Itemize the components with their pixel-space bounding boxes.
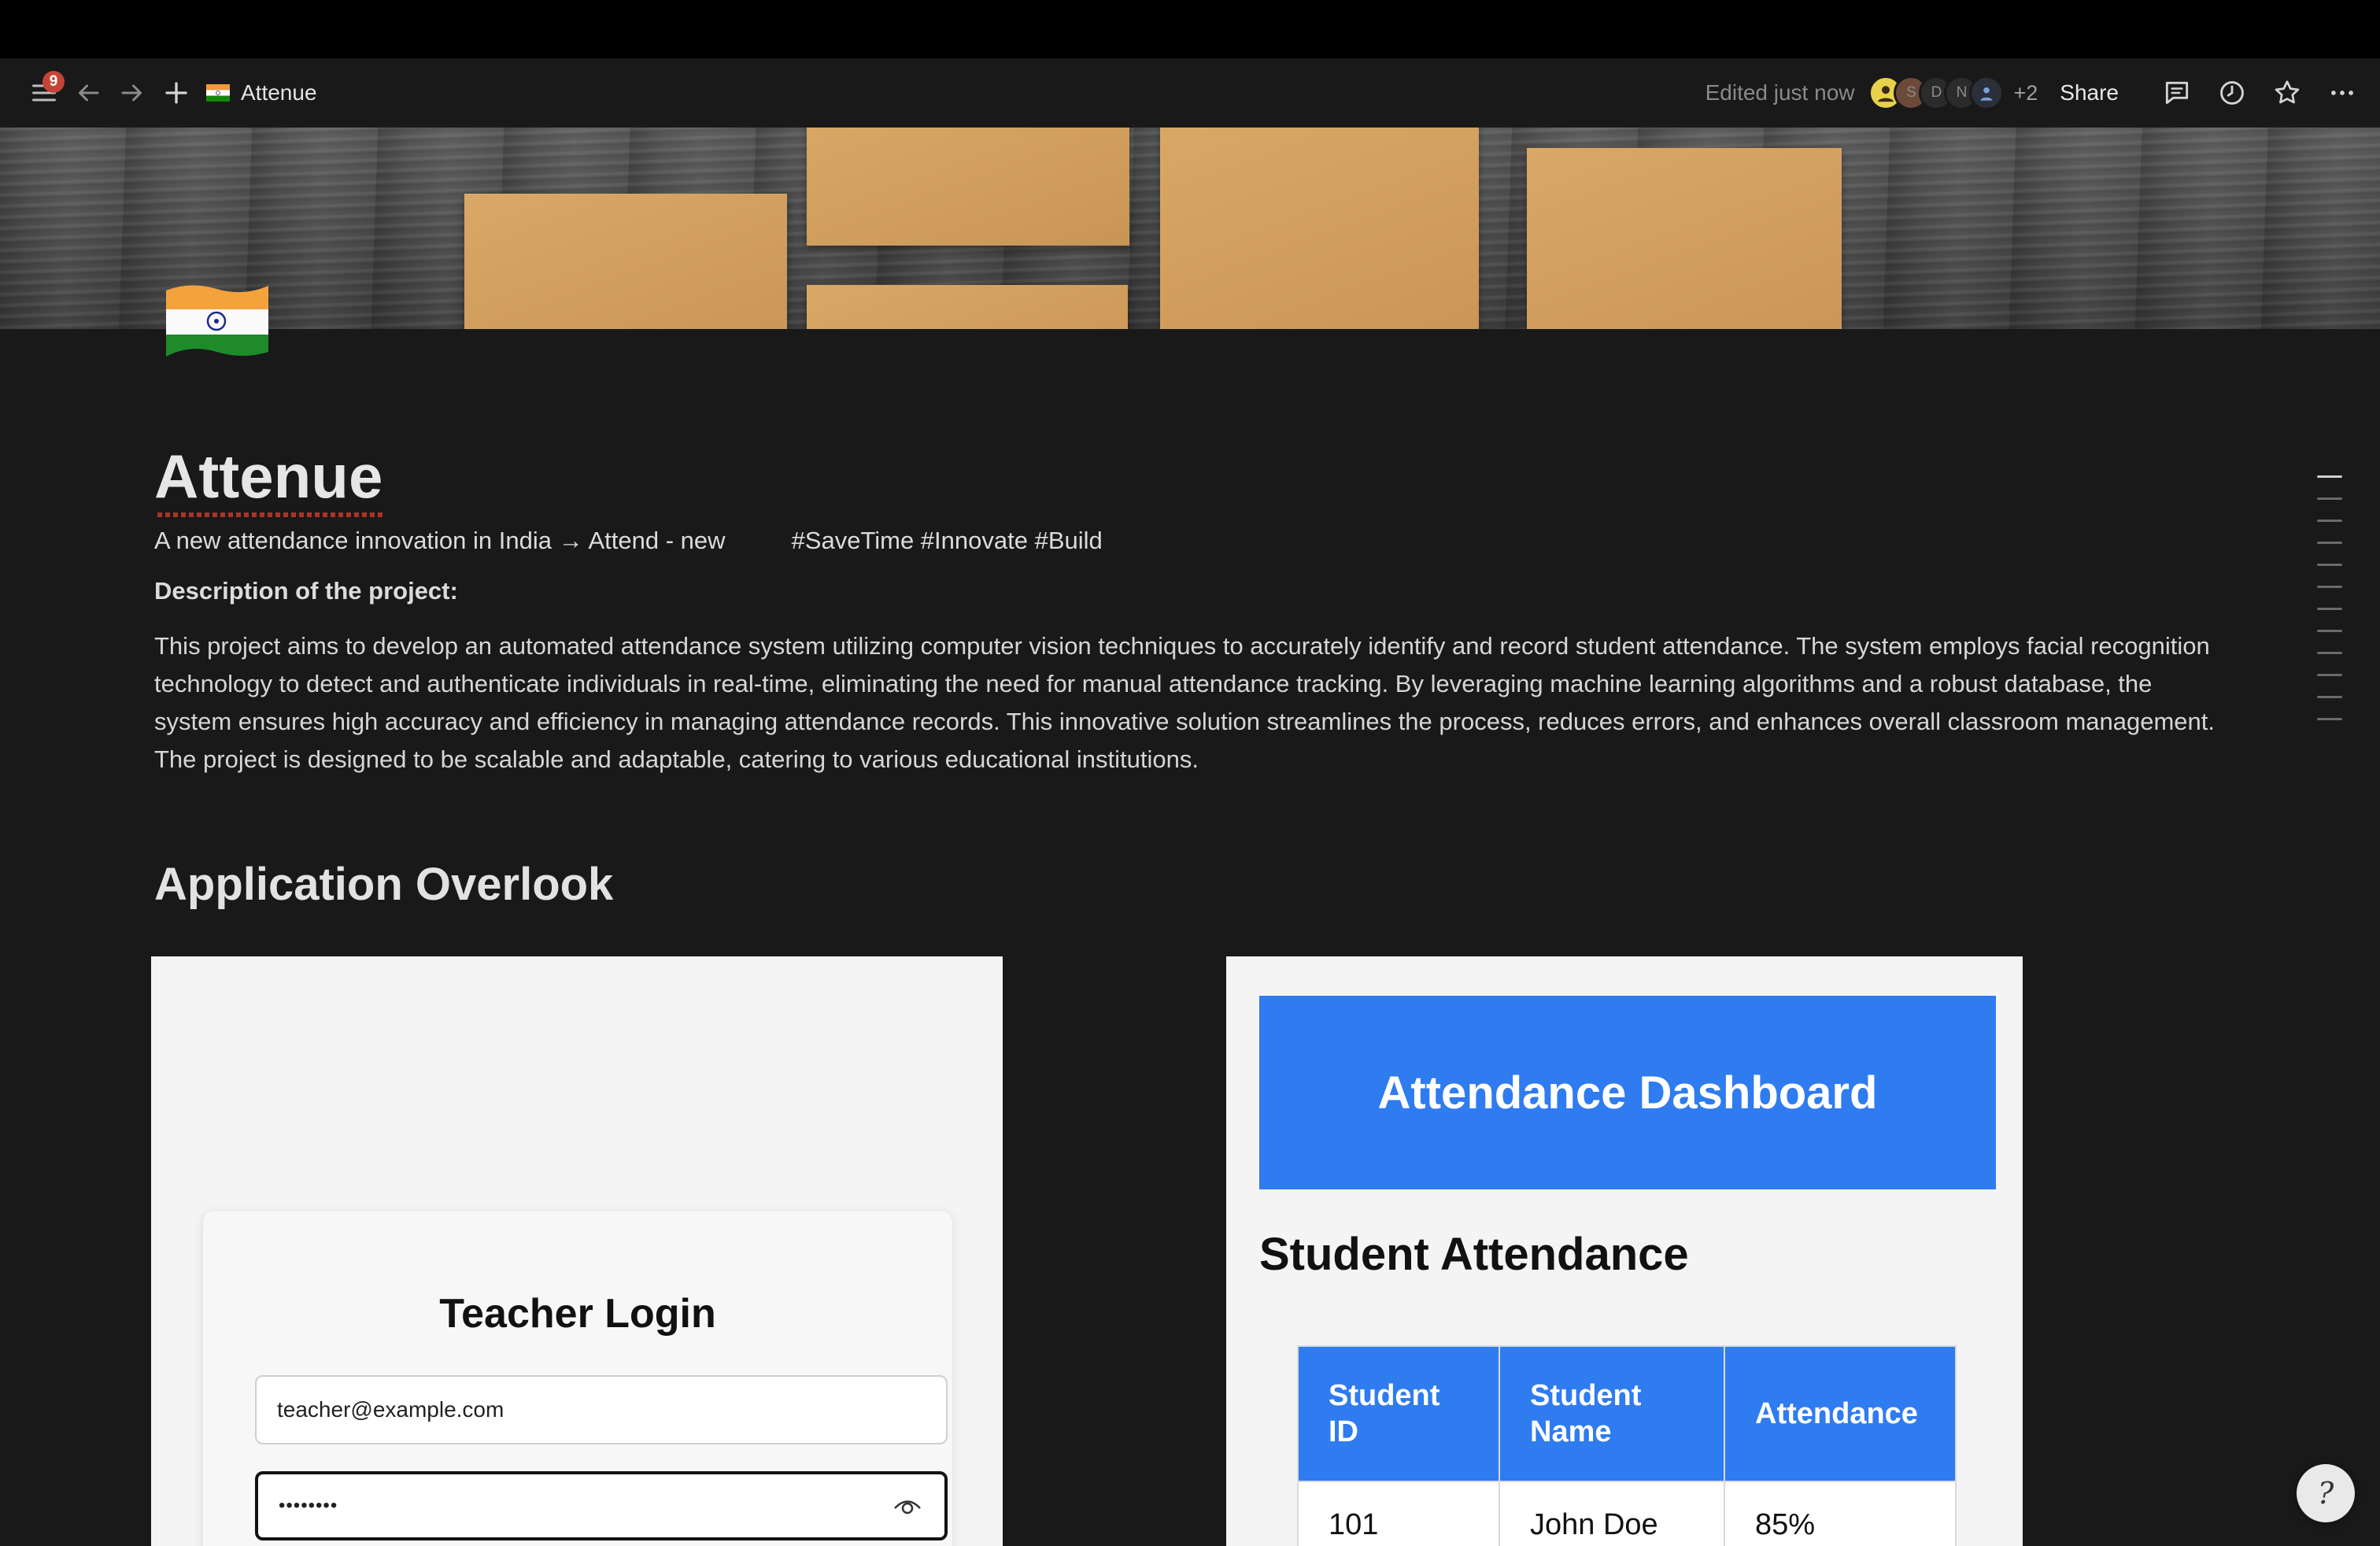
toolbar-right: Edited just now S D N +2 Share — [1706, 58, 2363, 128]
sticky-note — [1527, 148, 1842, 329]
toc-item[interactable] — [2317, 520, 2342, 522]
user-avatar-icon — [1980, 87, 1994, 101]
toc-item[interactable] — [2317, 652, 2342, 654]
back-button[interactable] — [66, 71, 110, 115]
sidebar-toggle-button[interactable]: 9 — [22, 71, 66, 115]
arrow-right-icon — [121, 84, 142, 102]
help-button[interactable]: ? — [2297, 1464, 2355, 1522]
toc-item[interactable] — [2317, 564, 2342, 566]
favorite-button[interactable] — [2267, 72, 2308, 113]
top-toolbar: 9 Attenue Edited just now S D N +2 Share — [0, 58, 2380, 128]
india-flag-page-icon[interactable] — [161, 279, 273, 364]
more-collaborators-count[interactable]: +2 — [2013, 81, 2038, 105]
column-header: Student Name — [1499, 1345, 1725, 1482]
sticky-note — [1160, 128, 1479, 329]
eye-icon — [894, 1500, 921, 1515]
edited-status: Edited just now — [1705, 80, 1855, 105]
new-page-button[interactable] — [154, 71, 198, 115]
toc-item[interactable] — [2317, 718, 2342, 720]
breadcrumb[interactable]: Attenue — [206, 80, 317, 105]
toolbar-left: 9 Attenue — [22, 58, 317, 128]
system-menubar — [0, 0, 2380, 58]
column-header: Student ID — [1297, 1345, 1500, 1482]
toc-item[interactable] — [2317, 542, 2342, 544]
sticky-note — [807, 128, 1129, 246]
forward-button[interactable] — [110, 71, 154, 115]
clock-icon — [2220, 81, 2244, 105]
notification-badge: 9 — [42, 71, 65, 93]
comment-icon — [2165, 81, 2189, 105]
spellcheck-underline — [157, 512, 383, 517]
login-title: Teacher Login — [439, 1291, 716, 1337]
toc-item[interactable] — [2317, 497, 2342, 500]
attendance-table: Student ID Student Name Attendance 101 J… — [1297, 1345, 1957, 1546]
page-content: Attenue A new attendance innovation in I… — [154, 441, 2232, 779]
table-row: 101 John Doe 85% — [1297, 1481, 1957, 1546]
toc-item[interactable] — [2317, 674, 2342, 676]
description-heading[interactable]: Description of the project: — [154, 577, 2232, 605]
page-cover-image[interactable] — [0, 128, 2380, 329]
table-cell: 101 — [1297, 1481, 1500, 1546]
comments-button[interactable] — [2156, 72, 2197, 113]
star-icon — [2275, 80, 2300, 104]
password-field: •••••••• — [255, 1471, 948, 1540]
email-field: teacher@example.com — [255, 1375, 948, 1444]
share-button[interactable]: Share — [2060, 80, 2119, 105]
toc-item[interactable] — [2317, 586, 2342, 588]
table-cell: 85% — [1724, 1481, 1957, 1546]
column-header: Attendance — [1724, 1345, 1957, 1482]
page-subtitle[interactable]: A new attendance innovation in India → A… — [154, 527, 2232, 555]
description-paragraph[interactable]: This project aims to develop an automate… — [154, 627, 2232, 779]
toc-item[interactable] — [2317, 696, 2342, 698]
ellipsis-icon — [2331, 91, 2353, 95]
subtitle-tags: #SaveTime #Innovate #Build — [791, 527, 1103, 554]
toc-item[interactable] — [2317, 475, 2342, 478]
collaborator-avatars[interactable]: S D N — [1868, 76, 2005, 110]
india-flag-icon — [206, 84, 230, 102]
toc-item[interactable] — [2317, 608, 2342, 610]
help-icon: ? — [2317, 1476, 2334, 1511]
sticky-note — [464, 194, 787, 329]
sticky-note — [807, 285, 1128, 329]
login-screenshot-image[interactable]: Teacher Login teacher@example.com ••••••… — [151, 956, 1003, 1546]
toc-item[interactable] — [2317, 630, 2342, 632]
dashboard-screenshot-image[interactable]: Attendance Dashboard Student Attendance … — [1226, 956, 2023, 1546]
dashboard-banner: Attendance Dashboard — [1259, 996, 1996, 1189]
subtitle-text: A new attendance innovation in India → A… — [154, 527, 726, 554]
dashboard-heading: Student Attendance — [1259, 1229, 1689, 1280]
arrow-left-icon — [79, 84, 99, 102]
breadcrumb-page-title: Attenue — [241, 80, 317, 105]
plus-icon — [165, 82, 187, 104]
table-cell: John Doe — [1499, 1481, 1725, 1546]
table-header-row: Student ID Student Name Attendance — [1297, 1345, 1957, 1482]
updates-button[interactable] — [2212, 72, 2252, 113]
table-of-contents[interactable] — [2317, 475, 2342, 740]
section-heading[interactable]: Application Overlook — [154, 858, 613, 911]
more-options-button[interactable] — [2322, 72, 2363, 113]
avatar[interactable] — [1969, 76, 2005, 110]
page-title[interactable]: Attenue — [154, 441, 383, 517]
login-card: Teacher Login teacher@example.com ••••••… — [203, 1211, 952, 1546]
